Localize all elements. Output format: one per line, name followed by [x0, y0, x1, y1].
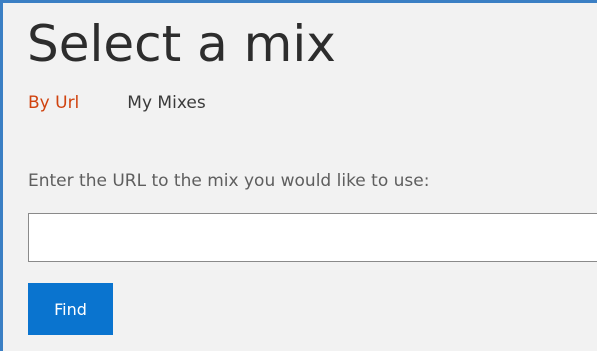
- tab-by-url[interactable]: By Url: [28, 93, 79, 113]
- page-title: Select a mix: [27, 15, 336, 73]
- select-mix-panel: Select a mix By Url My Mixes Enter the U…: [0, 0, 597, 351]
- mix-source-tabs: By Url My Mixes: [28, 93, 206, 113]
- find-button[interactable]: Find: [28, 283, 113, 335]
- url-prompt-label: Enter the URL to the mix you would like …: [28, 171, 430, 191]
- tab-my-mixes[interactable]: My Mixes: [127, 93, 205, 113]
- mix-url-input[interactable]: [28, 213, 597, 262]
